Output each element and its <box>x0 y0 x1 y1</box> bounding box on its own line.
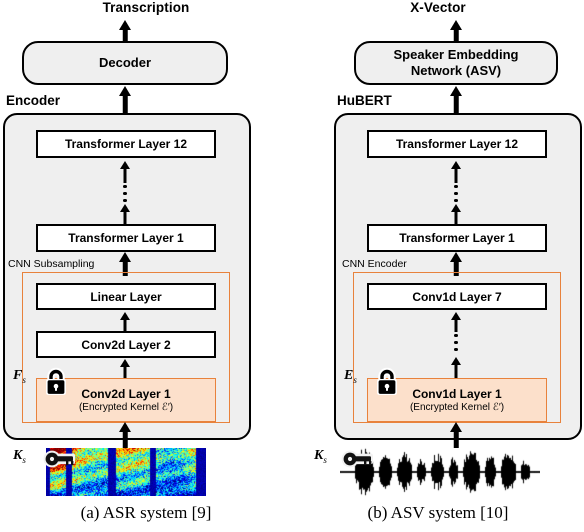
feature-label-es: Es <box>344 368 357 385</box>
caption-asr: (a) ASR system [9] <box>80 503 212 522</box>
decoder-box: Decoder <box>22 41 228 85</box>
conv1d-layer-1-label: Conv1d Layer 1 <box>412 387 502 401</box>
vertical-ellipsis-asr-transformers <box>123 185 127 202</box>
arrow-from-transformer-1-asr <box>114 204 136 226</box>
output-label-xvector: X-Vector <box>410 0 466 15</box>
key-icon-asv <box>340 450 376 470</box>
encoder-title: Encoder <box>6 93 61 108</box>
vertical-ellipsis-asv-conv1d <box>454 334 458 351</box>
arrow-input-to-encoder-asr <box>113 422 137 448</box>
transformer-layer-1-box-asv: Transformer Layer 1 <box>367 224 547 252</box>
arrow-to-transformer-12-asr <box>114 161 136 183</box>
conv1d-layer-7-box: Conv1d Layer 7 <box>367 283 547 310</box>
asr-system-panel: Transcription Decoder Encoder Transforme… <box>0 0 292 532</box>
linear-layer-box: Linear Layer <box>36 283 216 310</box>
transformer-layer-12-box-asr: Transformer Layer 12 <box>36 130 216 158</box>
cnn-encoder-title: CNN Encoder <box>340 258 409 270</box>
arrow-above-ellipsis-asv <box>445 312 467 332</box>
arrow-conv1d1-to-stack <box>445 357 467 379</box>
asv-system-panel: X-Vector Speaker Embedding Network (ASV)… <box>292 0 584 532</box>
transformer-layer-12-box-asv: Transformer Layer 12 <box>367 130 547 158</box>
arrow-input-to-hubert <box>444 422 468 448</box>
arrow-decoder-to-output <box>113 20 137 41</box>
conv2d-layer-1-label: Conv2d Layer 1 <box>81 387 171 401</box>
feature-label-fs: Fs <box>13 368 26 385</box>
transformer-layer-1-box-asr: Transformer Layer 1 <box>36 224 216 252</box>
vertical-ellipsis-asv-transformers <box>454 185 458 202</box>
encrypted-kernel-label-asv: (Encrypted Kernel ℰ′) <box>409 402 505 413</box>
cnn-subsampling-title: CNN Subsampling <box>6 258 97 270</box>
caption-asv: (b) ASV system [10] <box>367 503 509 522</box>
key-label-ks-asv: Ks <box>314 448 327 465</box>
hubert-title: HuBERT <box>337 93 392 108</box>
arrow-conv2d2-to-linear <box>114 312 136 332</box>
arrow-to-transformer-12-asv <box>445 161 467 183</box>
speaker-embedding-network-box: Speaker Embedding Network (ASV) <box>354 41 558 85</box>
key-label-ks-asr: Ks <box>13 448 26 465</box>
speaker-embedding-network-label: Speaker Embedding Network (ASV) <box>393 47 519 78</box>
arrow-embedding-to-output <box>444 20 468 41</box>
arrow-from-transformer-1-asv <box>445 204 467 226</box>
key-icon-asr <box>42 450 78 470</box>
arrow-conv2d1-to-conv2d2 <box>114 359 136 379</box>
output-label-transcription: Transcription <box>102 0 190 15</box>
lock-icon <box>374 367 400 397</box>
encrypted-kernel-label-asr: (Encrypted Kernel ℰ′) <box>78 402 174 413</box>
arrow-hubert-to-embedding <box>444 86 468 114</box>
arrow-encoder-to-decoder <box>113 86 137 114</box>
lock-icon <box>43 367 69 397</box>
conv2d-layer-2-box: Conv2d Layer 2 <box>36 331 216 358</box>
